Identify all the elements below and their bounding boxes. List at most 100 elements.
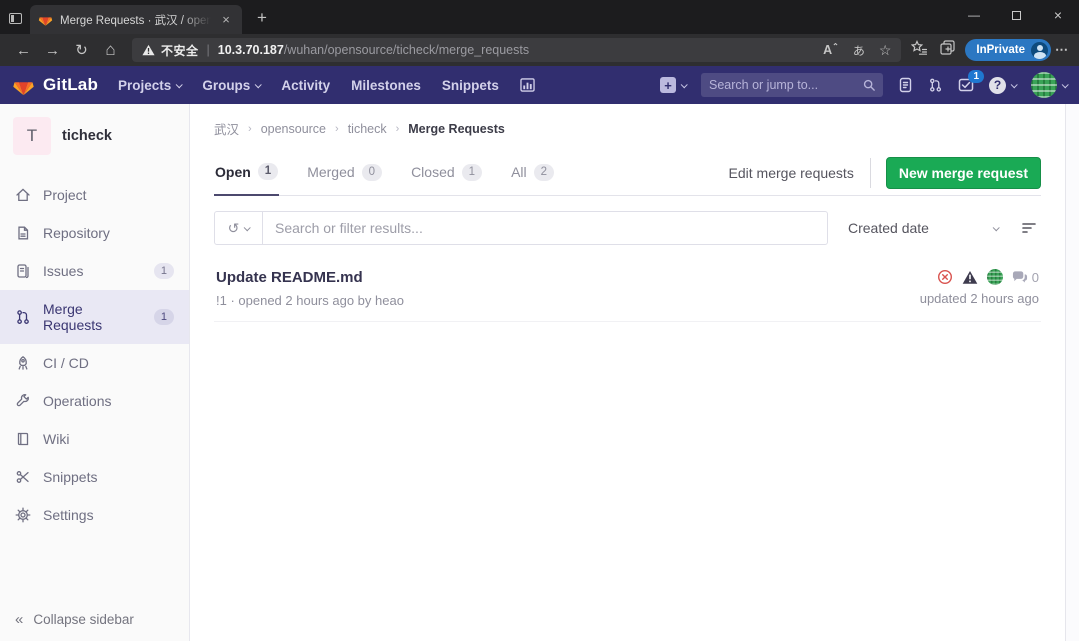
translate-icon[interactable]: あ (853, 42, 865, 59)
closed-count-badge: 1 (462, 164, 482, 181)
breadcrumb: 武汉 › opensource › ticheck › Merge Reques… (214, 104, 1041, 142)
vertical-tabs-icon (9, 13, 22, 24)
collapse-sidebar-button[interactable]: « Collapse sidebar (0, 598, 189, 641)
add-favorite-icon[interactable]: ☆ (879, 42, 892, 59)
project-header[interactable]: T ticheck (0, 104, 189, 170)
pipeline-failed-icon[interactable] (937, 269, 953, 285)
read-aloud-icon[interactable]: A⌃ (823, 42, 839, 57)
gitlab-logo[interactable]: GitLab (12, 74, 98, 97)
page-scrollbar[interactable] (1065, 104, 1079, 641)
address-bar[interactable]: 不安全 | 10.3.70.187 /wuhan/opensource/tich… (132, 38, 901, 62)
merge-request-row[interactable]: Update README.md !1 · opened 2 hours ago… (214, 258, 1041, 322)
forward-button[interactable]: → (39, 37, 66, 63)
issues-dashboard-icon[interactable] (898, 77, 913, 93)
book-icon (15, 431, 31, 447)
breadcrumb-subgroup[interactable]: opensource (261, 122, 326, 136)
warning-icon[interactable] (962, 270, 978, 285)
collections-icon[interactable] (940, 40, 955, 60)
breadcrumb-group[interactable]: 武汉 (214, 119, 239, 138)
todos-icon[interactable]: 1 (958, 77, 974, 93)
filter-search-input[interactable] (263, 220, 827, 236)
nav-milestones[interactable]: Milestones (351, 78, 421, 93)
todo-count-badge: 1 (968, 70, 984, 83)
url-host: 10.3.70.187 (218, 43, 284, 57)
gitlab-navbar: GitLab Projects Groups Activity Mileston… (0, 66, 1079, 104)
merge-requests-page: 武汉 › opensource › ticheck › Merge Reques… (190, 104, 1065, 641)
user-menu[interactable] (1031, 72, 1067, 98)
assignee-avatar[interactable] (987, 269, 1003, 285)
nav-activity[interactable]: Activity (281, 78, 330, 93)
sidebar-item-project[interactable]: Project (0, 176, 189, 214)
sort-dropdown[interactable]: Created date (844, 220, 1002, 236)
nav-projects[interactable]: Projects (118, 78, 181, 93)
not-secure-warning-icon[interactable] (142, 44, 155, 56)
tab-merged[interactable]: Merged 0 (306, 151, 383, 195)
filter-bar: ↺ Created date (214, 211, 1041, 245)
maximize-button[interactable] (995, 0, 1037, 30)
comments-indicator[interactable]: 0 (1012, 270, 1039, 285)
nav-snippets[interactable]: Snippets (442, 78, 499, 93)
inprivate-label: InPrivate (976, 44, 1025, 56)
favorites-icon[interactable] (911, 40, 927, 60)
global-search[interactable] (701, 73, 883, 97)
project-name: ticheck (62, 128, 112, 144)
chevron-down-icon (1011, 81, 1018, 88)
sidebar-item-settings[interactable]: Settings (0, 496, 189, 534)
merged-count-badge: 0 (362, 164, 382, 181)
window-controls: — × (953, 0, 1079, 30)
sidebar-item-issues[interactable]: Issues 1 (0, 252, 189, 290)
browser-tab[interactable]: Merge Requests · 武汉 / openso × (30, 5, 242, 34)
issues-count-badge: 1 (154, 263, 174, 279)
home-button[interactable]: ⌂ (97, 37, 124, 63)
tab-closed[interactable]: Closed 1 (410, 151, 483, 195)
sidebar-item-merge-requests[interactable]: Merge Requests 1 (0, 290, 189, 344)
breadcrumb-project[interactable]: ticheck (348, 122, 387, 136)
issues-icon (15, 263, 31, 279)
sort-direction-button[interactable] (1018, 222, 1041, 234)
mr-title-link[interactable]: Update README.md (216, 269, 404, 286)
gitlab-tanuki-icon (12, 74, 35, 97)
maximize-icon (1012, 11, 1021, 20)
new-tab-button[interactable]: + (252, 8, 272, 28)
sidebar-item-repository[interactable]: Repository (0, 214, 189, 252)
comment-icon (1012, 270, 1028, 284)
help-menu[interactable]: ? (989, 77, 1016, 94)
merge-request-icon (15, 309, 31, 325)
chevron-down-icon (244, 224, 251, 231)
tab-actions-icon[interactable] (0, 4, 30, 32)
merge-requests-dashboard-icon[interactable] (928, 77, 943, 93)
new-menu-button[interactable]: + (660, 77, 686, 93)
recent-searches-button[interactable]: ↺ (215, 212, 263, 244)
global-search-input[interactable] (709, 78, 863, 92)
nav-groups[interactable]: Groups (202, 78, 260, 93)
browser-menu-icon[interactable]: ⋯ (1055, 42, 1069, 58)
url-path: /wuhan/opensource/ticheck/merge_requests (284, 43, 529, 57)
minimize-button[interactable]: — (953, 0, 995, 30)
sidebar-item-operations[interactable]: Operations (0, 382, 189, 420)
user-avatar (1031, 72, 1057, 98)
gear-icon (15, 507, 31, 523)
refresh-button[interactable]: ↻ (68, 37, 95, 63)
open-count-badge: 1 (258, 163, 278, 180)
sidebar-item-snippets[interactable]: Snippets (0, 458, 189, 496)
collapse-icon: « (15, 611, 23, 628)
edit-merge-requests-button[interactable]: Edit merge requests (713, 158, 871, 188)
breadcrumb-current: Merge Requests (408, 122, 505, 136)
project-avatar: T (13, 117, 51, 155)
project-sidebar: T ticheck Project Repository Issues 1 (0, 104, 190, 641)
sidebar-item-wiki[interactable]: Wiki (0, 420, 189, 458)
tab-open[interactable]: Open 1 (214, 150, 279, 196)
close-window-button[interactable]: × (1037, 0, 1079, 30)
charts-icon[interactable] (520, 78, 535, 92)
browser-profile-avatar (1031, 42, 1048, 59)
search-icon (863, 79, 875, 91)
not-secure-label[interactable]: 不安全 (161, 42, 199, 59)
sidebar-item-ci-cd[interactable]: CI / CD (0, 344, 189, 382)
inprivate-badge[interactable]: InPrivate (965, 39, 1051, 61)
new-merge-request-button[interactable]: New merge request (886, 157, 1041, 189)
tab-close-icon[interactable]: × (218, 12, 234, 27)
tab-all[interactable]: All 2 (510, 151, 555, 195)
browser-tab-strip: Merge Requests · 武汉 / openso × + — × (0, 0, 1079, 34)
chevron-down-icon (255, 81, 262, 88)
back-button[interactable]: ← (10, 37, 37, 63)
